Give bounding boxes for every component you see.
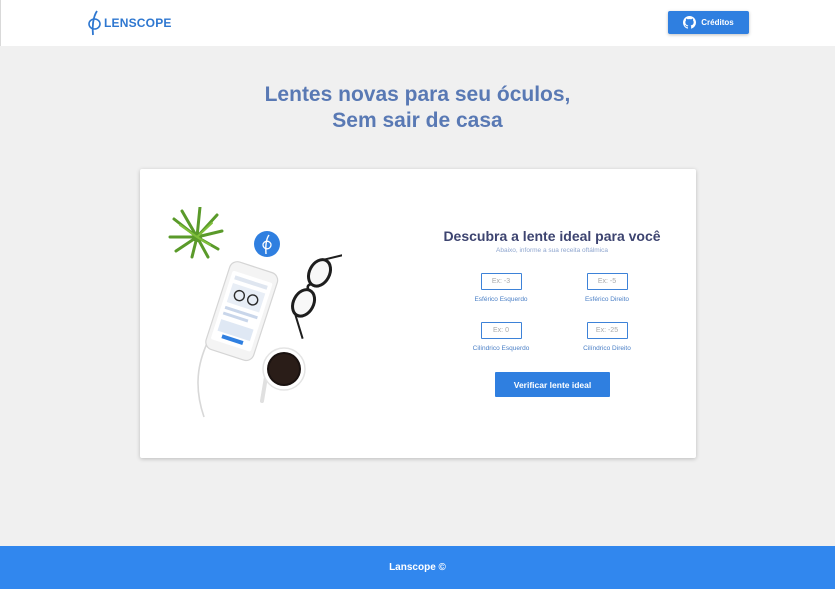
credits-label: Créditos [701,18,734,27]
logo-text: LENSCOPE [104,16,172,30]
glasses-icon [291,252,342,339]
hero-line-1: Lentes novas para seu óculos, [264,83,571,106]
verify-lens-button[interactable]: Verificar lente ideal [495,372,610,397]
footer: Lanscope © [0,546,835,589]
prescription-card: Descubra a lente ideal para você Abaixo,… [140,169,696,458]
phi-logo-icon [88,10,101,36]
esferico-esquerdo-input[interactable] [480,273,522,290]
field-cilindrico-direito: Cilíndrico Direito [567,322,647,352]
header: LENSCOPE Créditos [0,0,835,46]
coffee-cup-icon [260,347,306,403]
field-cilindrico-esquerdo: Cilíndrico Esquerdo [461,322,541,352]
footer-text: Lanscope © [389,562,446,573]
credits-button[interactable]: Créditos [668,11,749,34]
esferico-esquerdo-label: Esférico Esquerdo [474,296,528,303]
phone-icon [205,261,279,362]
form-subtitle: Abaixo, informe a sua receita oftálmica [496,247,608,254]
glasses-phone-coffee-illustration [168,207,342,418]
github-icon [683,16,697,29]
cilindrico-esquerdo-input[interactable] [480,322,522,339]
esferico-direito-input[interactable] [586,273,628,290]
field-esferico-esquerdo: Esférico Esquerdo [461,273,541,303]
hero-heading: Lentes novas para seu óculos, Sem sair d… [0,82,835,134]
logo[interactable]: LENSCOPE [87,9,172,37]
form-title: Descubra a lente ideal para você [443,228,661,244]
phi-badge-icon [254,231,280,257]
hero-line-2: Sem sair de casa [332,109,503,132]
plant-icon [168,207,224,259]
esferico-direito-label: Esférico Direito [584,296,630,303]
cilindrico-direito-label: Cilíndrico Direito [583,345,631,352]
cilindrico-esquerdo-label: Cilíndrico Esquerdo [472,345,530,352]
field-esferico-direito: Esférico Direito [567,273,647,303]
cilindrico-direito-input[interactable] [586,322,628,339]
